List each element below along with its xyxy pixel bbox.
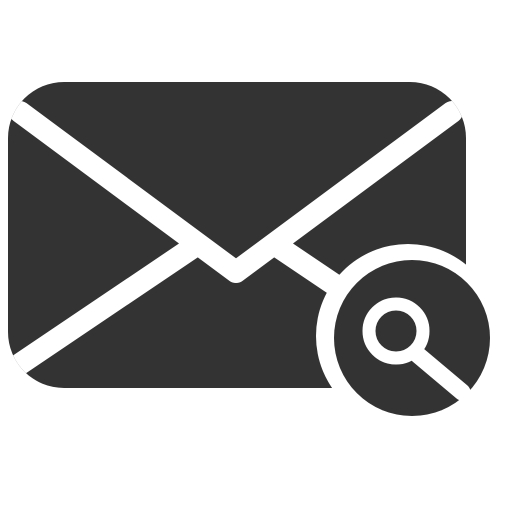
mail-search-icon (8, 82, 500, 428)
icon-canvas (0, 0, 512, 512)
magnifier-icon (334, 260, 490, 416)
